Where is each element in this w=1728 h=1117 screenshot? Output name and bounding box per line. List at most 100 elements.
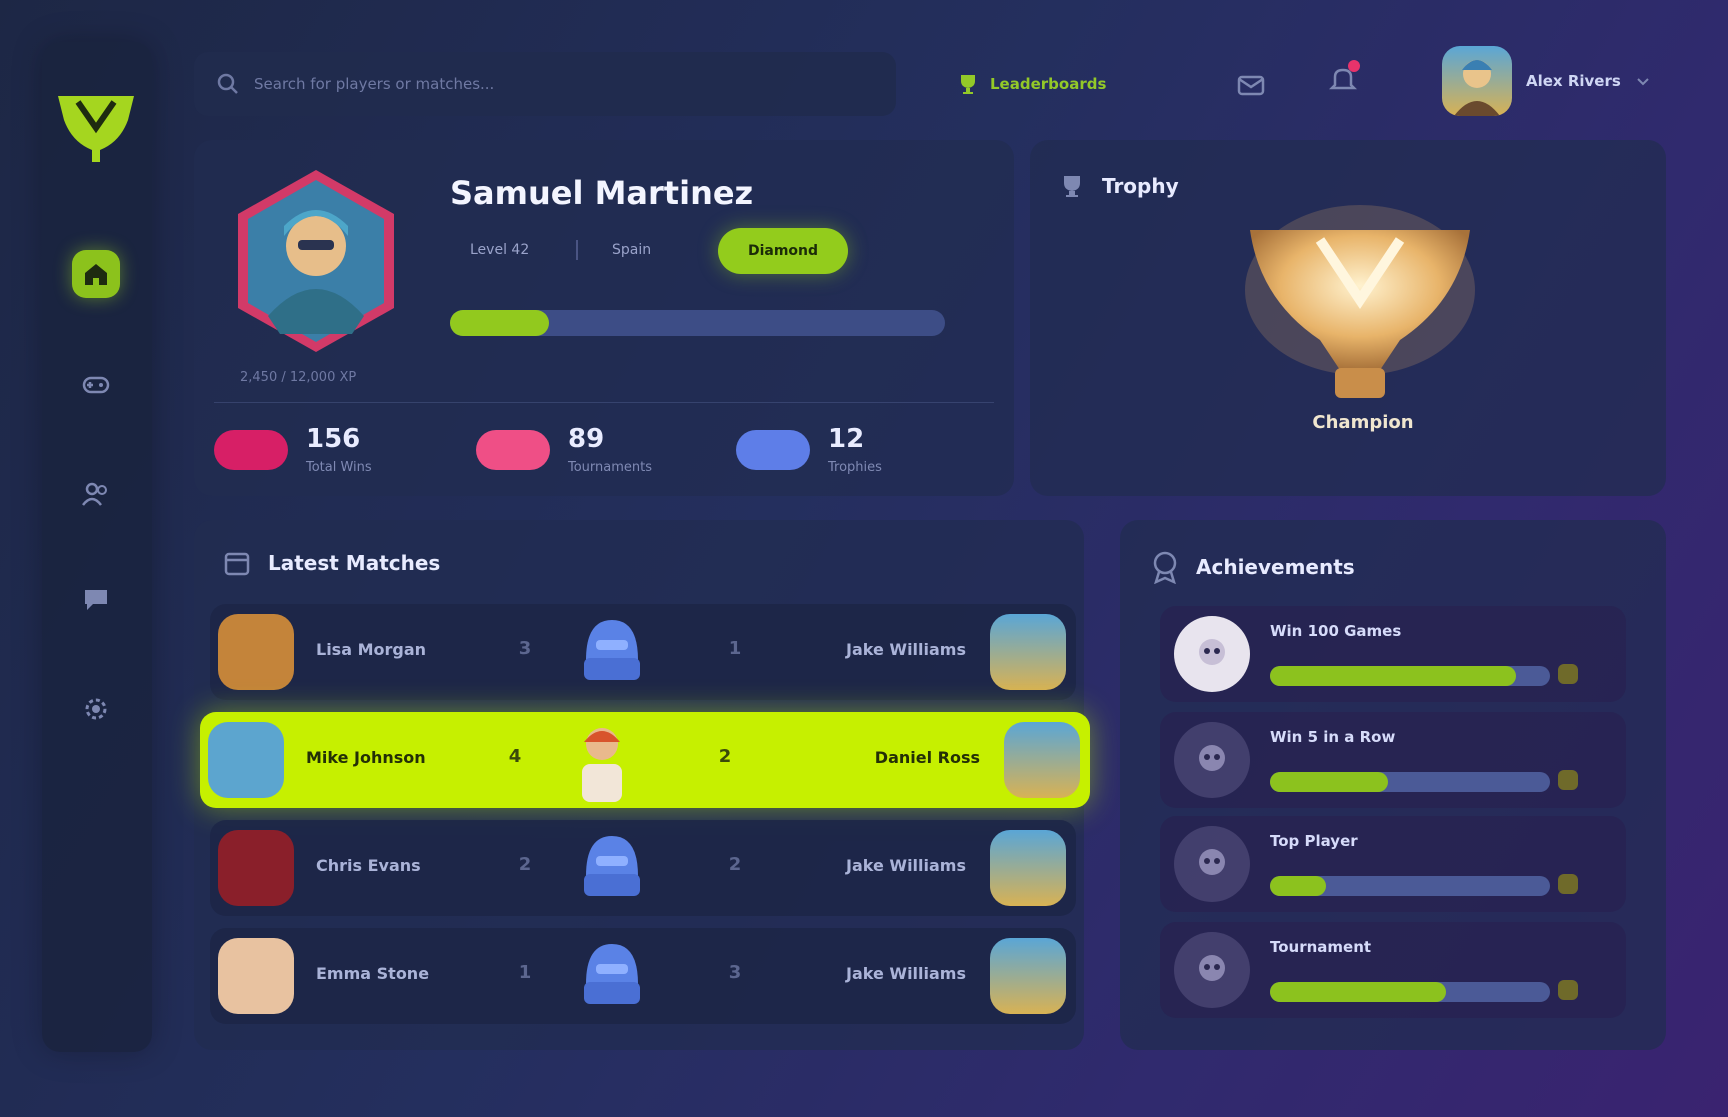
sidebar-item-chat[interactable] [72, 575, 120, 623]
logo-icon[interactable] [50, 80, 142, 172]
left-score: 1 [518, 962, 532, 983]
cup-icon [1064, 176, 1080, 197]
left-player-name: Lisa Morgan [316, 640, 427, 659]
player-name: Samuel Martinez [450, 174, 754, 212]
home-icon [85, 264, 107, 285]
reward-chest-icon [1558, 664, 1578, 684]
medal-icon [1153, 551, 1177, 584]
achievement-name: Win 100 Games [1270, 622, 1402, 640]
user-name: Alex Rivers [1526, 72, 1621, 90]
stat-label: Total Wins [306, 459, 372, 475]
trophy-small-icon [961, 75, 975, 94]
stat-trophies: 12 Trophies [736, 420, 882, 480]
player-avatar [218, 938, 294, 1014]
gamepad-stat-icon [214, 430, 288, 470]
match-row[interactable]: Mike Johnson 4 2 Daniel Ross [200, 712, 1090, 808]
opponent-avatar [990, 938, 1066, 1014]
profile-avatar [238, 170, 394, 352]
match-row[interactable]: Chris Evans 2 2 Jake Williams [210, 820, 1076, 916]
achievement-progress-bar [1270, 982, 1550, 1002]
matches-title: Latest Matches [222, 548, 440, 578]
right-player-name: Jake Williams [846, 964, 966, 983]
achievement-item[interactable]: Win 100 Games [1160, 606, 1626, 702]
users-icon [82, 482, 107, 506]
sidebar-item-settings[interactable] [72, 685, 120, 733]
stat-label: Tournaments [568, 459, 653, 475]
left-score: 3 [518, 638, 532, 659]
achievement-progress-fill [1270, 982, 1446, 1002]
stat-label: Trophies [828, 459, 882, 475]
user-menu[interactable]: Alex Rivers [1442, 44, 1651, 118]
matches-title-text: Latest Matches [268, 551, 441, 575]
stat-tournaments: 89 Tournaments [476, 420, 652, 480]
gamepad-icon [82, 376, 110, 394]
player-avatar [218, 830, 294, 906]
sidebar-item-friends[interactable] [72, 470, 120, 518]
player-avatar [208, 722, 284, 798]
star-icon [1174, 932, 1250, 1008]
helmet-stat-icon [736, 430, 810, 470]
right-score: 1 [728, 638, 742, 659]
sidebar [42, 42, 152, 1052]
right-score: 2 [728, 854, 742, 875]
chat-icon [85, 590, 107, 610]
achievements-title: Achievements [1150, 550, 1355, 584]
right-player-name: Jake Williams [846, 640, 966, 659]
left-score: 2 [518, 854, 532, 875]
achievement-progress-fill [1270, 666, 1516, 686]
stat-value: 12 [828, 423, 865, 454]
achievement-name: Win 5 in a Row [1270, 728, 1396, 746]
search-bar [194, 52, 896, 116]
left-player-name: Mike Johnson [306, 748, 426, 767]
trophy-icon [1245, 205, 1475, 398]
player-avatar [218, 614, 294, 690]
messages-button[interactable] [1228, 62, 1274, 108]
helmet-icon [584, 944, 640, 1004]
player-country: Spain [612, 242, 652, 258]
left-player-name: Emma Stone [316, 964, 430, 983]
search-input[interactable] [254, 75, 814, 93]
helmet-icon [584, 620, 640, 680]
leaderboards-link[interactable]: Leaderboards [956, 62, 1106, 106]
xp-progress-bar [450, 310, 945, 336]
profile-divider [214, 402, 994, 403]
crown-icon [1174, 826, 1250, 902]
gear-icon [85, 698, 107, 720]
right-player-name: Jake Williams [846, 856, 966, 875]
trophy-card-title-text: Trophy [1102, 174, 1179, 198]
achievement-progress-bar [1270, 772, 1550, 792]
stat-total-wins: 156 Total Wins [214, 420, 372, 480]
chevron-down-icon [1637, 78, 1649, 86]
leaderboards-label: Leaderboards [990, 75, 1107, 93]
notification-badge [1348, 60, 1360, 72]
opponent-avatar [990, 614, 1066, 690]
trophy-award-label: Champion [1312, 412, 1414, 433]
ghost-icon [1174, 722, 1250, 798]
match-row[interactable]: Lisa Morgan 3 1 Jake Williams [210, 604, 1076, 700]
achievement-progress-fill [1270, 876, 1326, 896]
reward-chest-icon [1558, 980, 1578, 1000]
left-player-name: Chris Evans [316, 856, 421, 875]
helmet-icon [584, 836, 640, 896]
opponent-avatar [1004, 722, 1080, 798]
controller-stat-icon [476, 430, 550, 470]
achievement-progress-bar [1270, 876, 1550, 896]
sidebar-item-games[interactable] [72, 360, 120, 408]
stat-value: 156 [306, 423, 361, 454]
skull-icon [1174, 616, 1250, 692]
achievement-item[interactable]: Win 5 in a Row [1160, 712, 1626, 808]
mail-icon [1237, 75, 1265, 96]
sidebar-item-home[interactable] [72, 250, 120, 298]
xp-progress-fill [450, 310, 549, 336]
notifications-button[interactable] [1320, 56, 1366, 102]
stat-value: 89 [568, 423, 605, 454]
calendar-icon [224, 552, 250, 576]
achievement-item[interactable]: Tournament [1160, 922, 1626, 1018]
match-row[interactable]: Emma Stone 1 3 Jake Williams [210, 928, 1076, 1024]
achievement-item[interactable]: Top Player [1160, 816, 1626, 912]
xp-caption: 2,450 / 12,000 XP [240, 370, 357, 385]
left-score: 4 [508, 746, 522, 767]
achievements-title-text: Achievements [1196, 555, 1355, 579]
player-level: Level 42 [470, 242, 530, 258]
reward-chest-icon [1558, 874, 1578, 894]
